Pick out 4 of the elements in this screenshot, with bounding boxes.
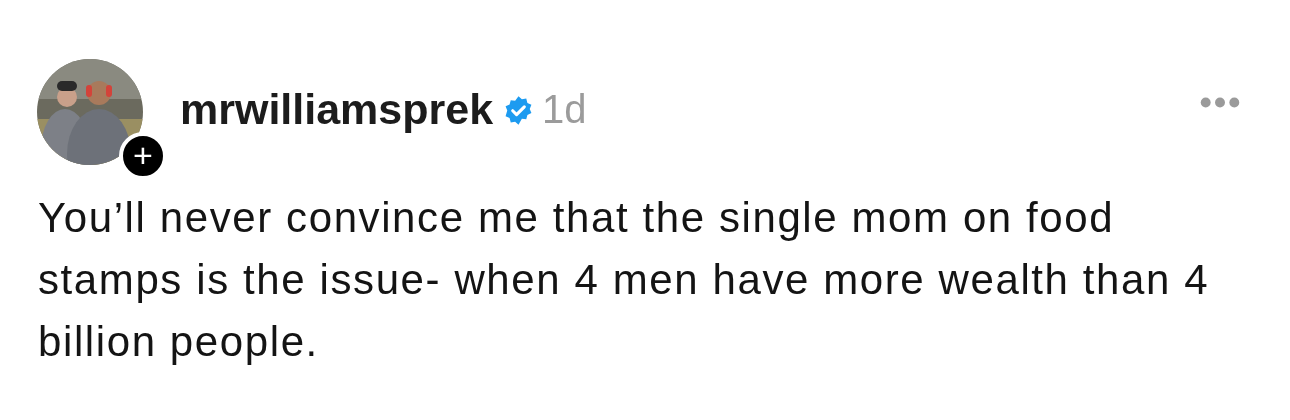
post-text: You’ll never convince me that the single mom on food stamps is the issue- when 4 men have more wealth than 4 billion people. — [38, 193, 1211, 367]
post-time: 1d — [542, 87, 587, 132]
more-icon[interactable] — [1200, 97, 1240, 108]
username[interactable]: mrwilliamsprek — [180, 85, 494, 134]
